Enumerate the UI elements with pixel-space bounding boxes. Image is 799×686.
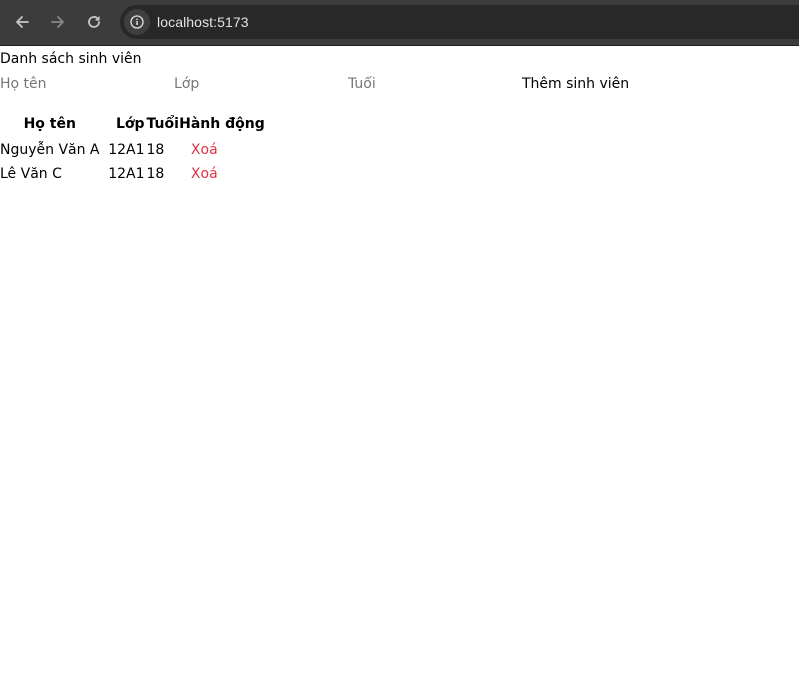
cell-class: 12A1 [108, 166, 145, 182]
header-class: Lớp [115, 116, 145, 132]
add-student-button[interactable]: Thêm sinh viên [522, 74, 629, 94]
class-input[interactable] [174, 74, 344, 94]
cell-age: 18 [146, 142, 165, 158]
cell-class: 12A1 [108, 142, 145, 158]
header-age: Tuổi [146, 116, 179, 132]
address-bar[interactable]: localhost:5173 [120, 5, 799, 39]
browser-toolbar: localhost:5173 [0, 0, 799, 45]
cell-name: Nguyễn Văn A [0, 142, 100, 158]
table-header-row: Họ tên Lớp Tuổi Hành động [0, 114, 265, 138]
header-name: Họ tên [23, 116, 76, 132]
add-student-form: Thêm sinh viên [0, 74, 799, 94]
forward-button[interactable] [46, 10, 70, 34]
header-action: Hành động [179, 116, 265, 132]
delete-button[interactable]: Xoá [179, 142, 218, 158]
toolbar-divider [0, 45, 799, 46]
name-input[interactable] [0, 74, 170, 94]
cell-action: Xoá [179, 138, 265, 162]
reload-button[interactable] [82, 10, 106, 34]
info-icon [130, 15, 144, 29]
table-row: Lê Văn C 12A1 18 Xoá [0, 162, 265, 186]
cell-name: Lê Văn C [0, 166, 62, 182]
site-info-button[interactable] [124, 9, 150, 35]
cell-age: 18 [146, 166, 165, 182]
reload-icon [88, 16, 100, 28]
delete-button[interactable]: Xoá [179, 166, 218, 182]
student-table: Họ tên Lớp Tuổi Hành động Nguyễn Văn A 1… [0, 114, 265, 186]
age-input[interactable] [348, 74, 518, 94]
url-text[interactable]: localhost:5173 [157, 14, 249, 30]
cell-action: Xoá [179, 162, 265, 186]
page-title: Danh sách sinh viên [0, 51, 142, 67]
arrow-right-icon [51, 16, 64, 28]
back-button[interactable] [10, 10, 34, 34]
table-row: Nguyễn Văn A 12A1 18 Xoá [0, 138, 265, 162]
arrow-left-icon [16, 16, 29, 28]
